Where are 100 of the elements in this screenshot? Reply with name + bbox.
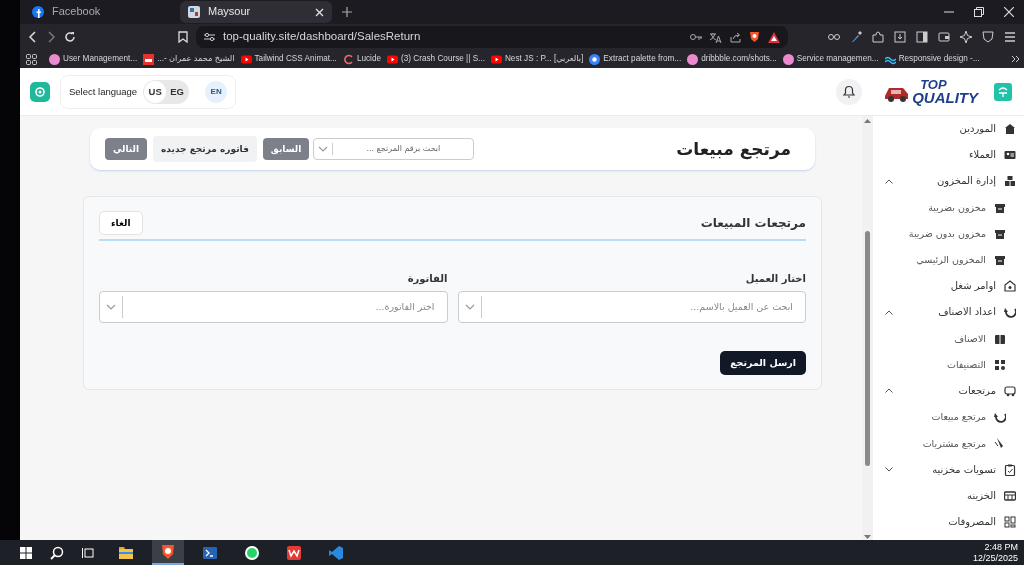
- ring-icon: [342, 53, 354, 65]
- shield-icon[interactable]: [982, 31, 994, 43]
- sidebar-item[interactable]: مرتجع مشتريات: [873, 430, 1016, 457]
- submit-button[interactable]: ارسل المرتجع: [720, 351, 806, 375]
- restore-icon[interactable]: [974, 7, 984, 17]
- play-icon: [490, 53, 502, 65]
- sidebar-item[interactable]: المخزون الرئيسي: [873, 246, 1016, 274]
- menu-icon[interactable]: [1004, 31, 1016, 43]
- task-view-icon[interactable]: [82, 546, 94, 559]
- search-select[interactable]: ابحث برقم المرتجع ...: [313, 138, 475, 160]
- sidebar-item[interactable]: إدارة المخزون: [873, 168, 1016, 195]
- tune-icon[interactable]: [204, 32, 215, 42]
- avatar-icon: [687, 53, 699, 65]
- sidebar-item[interactable]: المصروفات: [873, 508, 1016, 535]
- site-icon: [188, 6, 200, 18]
- wallet-icon[interactable]: [938, 31, 950, 43]
- bookmark[interactable]: Nest JS : P... [بالعربي]: [490, 53, 584, 65]
- sidebar-item[interactable]: العملاء: [873, 142, 1016, 169]
- close-icon[interactable]: [1004, 7, 1014, 17]
- dropper-icon[interactable]: [850, 31, 862, 43]
- field-label: اختار العميل: [744, 273, 806, 285]
- warning-icon[interactable]: [768, 31, 780, 43]
- bookmark[interactable]: Tailwind CSS Animat...: [240, 53, 337, 65]
- language-label: Select language: [69, 85, 138, 98]
- bookmark[interactable]: (3) Crash Course || S...: [387, 53, 485, 65]
- sidebar-item[interactable]: مخزون بدون ضريبة: [873, 220, 1016, 247]
- share-icon[interactable]: [730, 31, 741, 43]
- sidebar-item[interactable]: التصنيفات: [873, 351, 1016, 378]
- language-option[interactable]: US: [144, 80, 167, 103]
- browser-tab[interactable]: Facebook: [24, 1, 176, 23]
- back-icon[interactable]: [28, 31, 38, 43]
- house-icon: [1004, 280, 1016, 293]
- play-icon: [387, 53, 399, 65]
- key-icon[interactable]: [690, 33, 702, 41]
- browser-tab[interactable]: Maysour: [180, 1, 332, 23]
- plus-icon[interactable]: [342, 7, 352, 17]
- page-title: مرتجع مبيعات: [676, 138, 791, 160]
- select-field[interactable]: ابحث عن العميل بالاسم...: [457, 291, 806, 323]
- sidebar-item[interactable]: تسويات مخزنيه: [873, 456, 1016, 483]
- sidebar-icon[interactable]: [916, 31, 928, 43]
- truck-icon: [1004, 384, 1016, 397]
- lion-icon[interactable]: [160, 543, 176, 560]
- sparkle-icon[interactable]: [960, 31, 972, 43]
- apps-icon[interactable]: [26, 53, 37, 65]
- section-title: مرتجعات المبيعات: [700, 215, 806, 231]
- sidebar-item[interactable]: اوامر شغل: [873, 273, 1016, 300]
- building-icon: [1004, 123, 1016, 136]
- sidebar-item[interactable]: مرتجعات: [873, 377, 1016, 405]
- bookmark[interactable]: dribbble.com/shots...: [687, 53, 777, 65]
- bell-icon[interactable]: [836, 78, 863, 105]
- terminal-icon[interactable]: [202, 544, 218, 561]
- address-field[interactable]: top-quality.site/dashboard/SalesReturn: [196, 26, 788, 48]
- chevrons-icon[interactable]: [1011, 55, 1020, 63]
- download-icon[interactable]: [894, 31, 906, 43]
- office-icon[interactable]: [286, 544, 302, 561]
- locale-badge[interactable]: EN: [205, 80, 228, 103]
- avatar-icon: [49, 53, 60, 65]
- shield-icon[interactable]: [749, 31, 760, 43]
- field-label: الفاتورة: [406, 273, 448, 285]
- reload-icon[interactable]: [64, 31, 76, 43]
- return-arrow-icon: [994, 411, 1006, 424]
- sidebar-item[interactable]: الموردين: [873, 116, 1016, 143]
- forward-icon[interactable]: [46, 31, 56, 43]
- sidebar-item[interactable]: الخزينه: [873, 482, 1016, 509]
- close-icon[interactable]: [315, 7, 324, 17]
- language-option[interactable]: EG: [166, 80, 189, 103]
- chat-icon[interactable]: [244, 544, 260, 561]
- nav-button[interactable]: التالي: [105, 138, 147, 160]
- select-field[interactable]: اختر الفاتورة...: [99, 291, 448, 323]
- boxes-icon: [1004, 175, 1016, 188]
- bookmark[interactable]: Lucide: [342, 53, 382, 65]
- sidebar-item[interactable]: الاصناف: [873, 325, 1016, 352]
- folder-icon[interactable]: [118, 544, 134, 561]
- translate-icon[interactable]: [710, 31, 722, 43]
- bookmark[interactable]: Responsive design -...: [884, 53, 980, 65]
- code-editor-icon[interactable]: [328, 544, 344, 561]
- dashboard-icon: [1004, 515, 1016, 528]
- bookmark[interactable]: Extract palette from...: [589, 53, 682, 65]
- table-icon: [1004, 489, 1016, 502]
- play-icon: [240, 53, 252, 65]
- start-icon[interactable]: [20, 546, 32, 559]
- nav-button[interactable]: السابق: [262, 138, 310, 160]
- archive-icon: [994, 254, 1006, 267]
- logo-title: TOP: [919, 78, 948, 91]
- scrollbar-thumb[interactable]: [865, 231, 870, 466]
- contact-card-icon: [1004, 149, 1016, 162]
- nav-button[interactable]: فاتوره مرتجع جديده: [153, 136, 257, 162]
- scroll-up-icon[interactable]: [864, 118, 871, 123]
- grid-icon: [994, 358, 1006, 371]
- clock-time: 2:48 PM: [983, 541, 1018, 553]
- bookmark[interactable]: Service managemen...: [782, 53, 879, 65]
- sidebar-item[interactable]: مرتجع مبيعات: [873, 404, 1016, 431]
- bookmark-icon[interactable]: [178, 31, 188, 43]
- cancel-button[interactable]: الغاء: [99, 211, 143, 235]
- bookmark[interactable]: الشيخ محمد عمران -...: [143, 53, 235, 65]
- search-icon[interactable]: [50, 545, 64, 560]
- sidebar-item[interactable]: اعداد الاصناف: [873, 299, 1016, 326]
- sidebar-item[interactable]: مخزون بضريبة: [873, 194, 1016, 221]
- bookmark[interactable]: User Management...: [49, 53, 138, 65]
- clipboard-check-icon: [1004, 463, 1016, 476]
